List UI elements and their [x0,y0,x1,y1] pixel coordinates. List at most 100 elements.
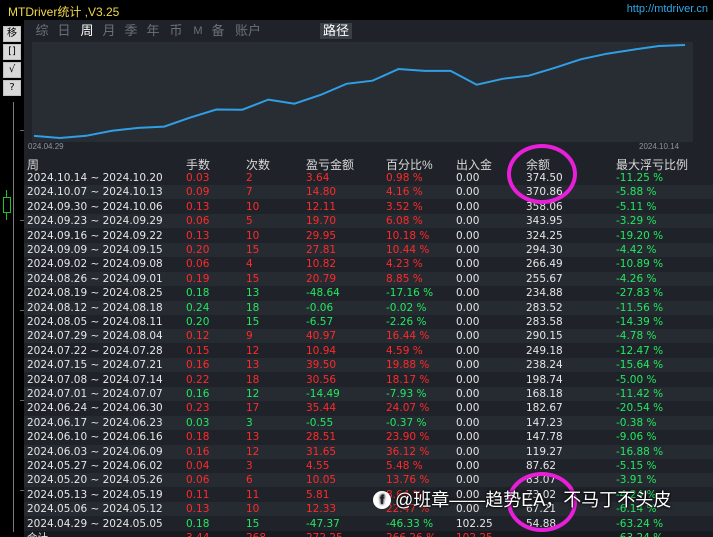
cell-pnl: -14.49 [306,388,340,400]
cell-week: 2024.10.07 ~ 2024.10.13 [27,186,163,199]
total-cell-trades: 268 [246,531,266,537]
table-row[interactable]: 2024.08.05 ~ 2024.08.11 0.20 15 -6.57 -2.26 … [24,315,713,329]
table-row[interactable]: 2024.08.12 ~ 2024.08.18 0.24 18 -0.06 -0.02 … [24,300,713,315]
title-bar: MTDriver统计 ,V3.25 http://mtdriver.cn [0,0,713,20]
cell-deposit: 0.00 [456,402,480,415]
cell-pnl: 40.97 [306,330,337,343]
cell-percent: 5.48 % [386,460,423,472]
cell-trades: 10 [246,229,260,242]
cell-max-drawdown: -11.42 % [616,388,664,400]
cell-week: 2024.05.13 ~ 2024.05.19 [27,488,163,501]
table-row[interactable]: 2024.08.19 ~ 2024.08.25 0.18 13 -48.64 -17.1… [24,286,713,300]
cell-balance: 343.95 [526,215,563,228]
cell-percent: 4.23 % [386,258,423,271]
table-row[interactable]: 2024.06.24 ~ 2024.06.30 0.23 17 35.44 24.07 … [24,401,713,415]
cell-pnl: 39.50 [306,359,337,372]
cell-deposit: 0.00 [456,431,480,444]
cell-max-drawdown: -9.06 % [616,431,657,444]
cell-lots: 0.16 [186,359,210,372]
cell-pnl: 12.33 [306,503,337,516]
facebook-icon: f [373,491,391,509]
move-button[interactable]: 移 [3,26,21,42]
cell-lots: 0.18 [186,287,210,300]
table-row[interactable]: 2024.09.23 ~ 2024.09.29 0.06 5 19.70 6.08 % 0… [24,214,713,229]
table-row[interactable]: 2024.05.27 ~ 2024.06.02 0.04 3 4.55 5.48 % 0.… [24,459,713,473]
cell-max-drawdown: -14.39 % [616,316,664,328]
tab-account[interactable]: 账户 [234,23,262,39]
cell-lots: 0.09 [186,186,210,199]
table-row[interactable]: 2024.08.26 ~ 2024.09.01 0.19 15 20.79 8.85 %… [24,271,713,286]
table-row[interactable]: 2024.10.07 ~ 2024.10.13 0.09 7 14.80 4.16 % 0… [24,185,713,200]
cell-trades: 15 [246,244,260,256]
stats-panel: 综 日 周 月 季 年 币 M 备 账户 路径 024.04.29 2024.1… [24,20,713,537]
cell-max-drawdown: -3.29 % [616,215,657,228]
cell-percent: 16.44 % [386,330,430,343]
cell-max-drawdown: -5.11 % [616,200,657,213]
cell-pnl: 10.82 [306,258,337,271]
tab-day[interactable]: 日 [56,23,72,39]
table-row[interactable]: 2024.07.22 ~ 2024.07.28 0.15 12 10.94 4.59 %… [24,344,713,358]
cell-deposit: 0.00 [456,359,480,372]
cell-lots: 0.06 [186,258,210,271]
cell-percent: -17.16 % [386,287,434,300]
cell-max-drawdown: -0.38 % [616,416,657,429]
table-row[interactable]: 2024.07.01 ~ 2024.07.07 0.16 12 -14.49 -7.93… [24,387,713,401]
cell-lots: 0.13 [186,503,210,516]
total-cell-lots: 3.44 [186,531,209,537]
tab-summary[interactable]: 综 [34,23,50,39]
cell-pnl: 29.95 [306,229,337,242]
cell-pnl: 10.94 [306,344,337,357]
cell-pnl: 12.11 [306,200,337,213]
cell-balance: 87.62 [526,460,557,472]
table-row[interactable]: 2024.09.09 ~ 2024.09.15 0.20 15 27.81 10.44 … [24,243,713,257]
check-button[interactable]: √ [3,62,21,78]
cell-trades: 3 [246,460,253,472]
table-row[interactable]: 2024.06.03 ~ 2024.06.09 0.16 12 31.65 36.12 … [24,444,713,459]
app-title: MTDriver统计 ,V3.25 [8,5,120,19]
site-url-link[interactable]: http://mtdriver.cn [627,3,708,15]
table-row[interactable]: 2024.09.16 ~ 2024.09.22 0.13 10 29.95 10.18 … [24,229,713,243]
table-row[interactable]: 2024.10.14 ~ 2024.10.20 0.03 2 3.64 0.98 % 0.… [24,171,713,185]
table-row[interactable]: 2024.07.29 ~ 2024.08.04 0.12 9 40.97 16.44 %… [24,329,713,344]
tab-quarter[interactable]: 季 [123,23,139,39]
cell-trades: 15 [246,517,260,530]
tab-notes[interactable]: 备 [210,23,226,39]
tab-currency[interactable]: 币 [168,23,184,39]
total-row: 合计 3.44 268 272.25 266.26 % 102.25 -63.24 % [24,531,713,537]
tab-week[interactable]: 周 [79,23,95,39]
cell-week: 2024.08.26 ~ 2024.09.01 [27,272,163,285]
cell-deposit: 0.00 [456,416,480,429]
cell-lots: 0.04 [186,460,210,472]
cell-balance: 119.27 [526,445,563,458]
table-row[interactable]: 2024.09.30 ~ 2024.10.06 0.13 10 12.11 3.52 %… [24,200,713,214]
tab-month[interactable]: 月 [101,23,117,39]
cell-trades: 18 [246,373,260,386]
table-row[interactable]: 2024.06.17 ~ 2024.06.23 0.03 3 -0.55 -0.37 %… [24,415,713,430]
tab-route[interactable]: 路径 [320,23,352,39]
cell-balance: 290.15 [526,330,563,343]
cell-lots: 0.22 [186,373,210,386]
cell-balance: 255.67 [526,272,563,285]
cell-pnl: -48.64 [306,287,340,300]
table-row[interactable]: 2024.07.08 ~ 2024.07.14 0.22 18 30.56 18.17 … [24,373,713,387]
tab-magic[interactable]: M [190,23,206,39]
cell-week: 2024.07.22 ~ 2024.07.28 [27,344,163,357]
cell-percent: -0.02 % [386,301,427,314]
cell-week: 2024.05.06 ~ 2024.05.12 [27,503,163,516]
cell-balance: 249.18 [526,344,563,357]
cell-lots: 0.19 [186,272,210,285]
table-row[interactable]: 2024.09.02 ~ 2024.09.08 0.06 4 10.82 4.23 % 0… [24,257,713,271]
window-button[interactable]: [] [3,44,21,60]
tab-year[interactable]: 年 [145,23,161,39]
balance-curve-chart [32,42,693,142]
cell-deposit: 0.00 [456,445,480,458]
total-cell-percent: 266.26 % [386,531,436,537]
cell-week: 2024.10.14 ~ 2024.10.20 [27,172,163,184]
table-row[interactable]: 2024.07.15 ~ 2024.07.21 0.16 13 39.50 19.88 … [24,358,713,373]
cell-trades: 12 [246,388,260,400]
table-row[interactable]: 2024.04.29 ~ 2024.05.05 0.18 15 -47.37 -46.3… [24,517,713,531]
table-row[interactable]: 2024.06.10 ~ 2024.06.16 0.18 13 28.51 23.90 … [24,430,713,444]
help-button[interactable]: ? [3,80,21,96]
cell-lots: 0.16 [186,445,210,458]
cell-pnl: -0.55 [306,416,334,429]
